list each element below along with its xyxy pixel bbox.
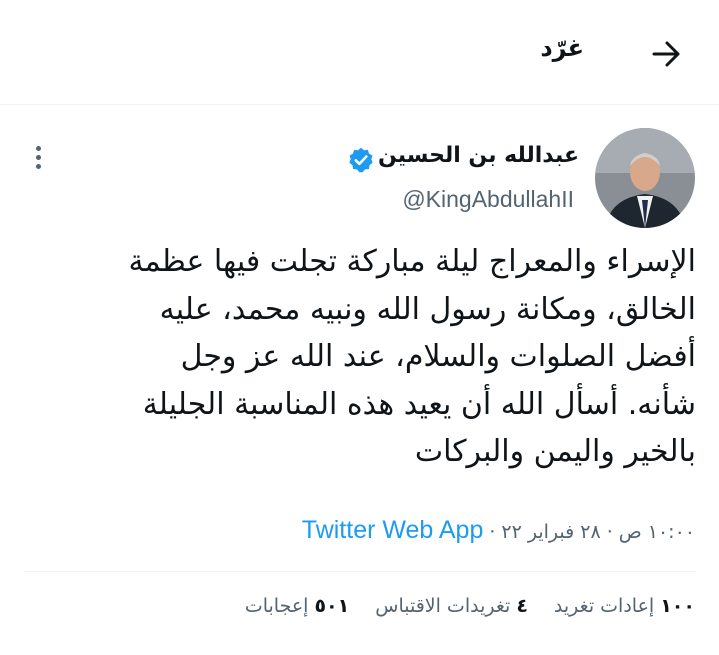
verified-badge-icon: [349, 147, 373, 173]
avatar[interactable]: [595, 128, 695, 228]
arrow-right-icon: [652, 41, 680, 67]
tweet-meta: ١٠:٠٠ ص · ٢٨ فبراير ٢٢ · Twitter Web App: [302, 516, 695, 545]
tweet-text-line: الإسراء والمعراج ليلة مباركة تجلت فيها ع…: [128, 244, 696, 279]
retweets-stat[interactable]: ١٠٠إعادات تغريد: [554, 595, 695, 617]
retweets-count: ١٠٠: [660, 595, 695, 617]
page-title: غرّد: [540, 34, 584, 62]
author-handle[interactable]: @KingAbdullahII: [402, 186, 574, 213]
tweet-date[interactable]: ٢٨ فبراير ٢٢: [501, 521, 600, 543]
source-app-link[interactable]: Twitter Web App: [302, 516, 484, 545]
likes-stat[interactable]: ٥٠١إعجابات: [245, 595, 349, 617]
tweet-stats: ١٠٠إعادات تغريد ٤تغريدات الاقتباس ٥٠١إعج…: [245, 595, 695, 617]
back-button[interactable]: [645, 32, 689, 76]
more-vertical-icon: [35, 146, 41, 151]
likes-count: ٥٠١: [314, 595, 350, 617]
more-options-button[interactable]: [26, 146, 50, 172]
meta-separator: ·: [489, 521, 496, 543]
quote-tweets-stat[interactable]: ٤تغريدات الاقتباس: [375, 595, 528, 617]
profile-photo: [595, 128, 695, 228]
tweet-text-line: الخالق، ومكانة رسول الله ونبيه محمد، علي…: [159, 291, 696, 327]
author-display-name[interactable]: عبدالله بن الحسين: [378, 143, 579, 168]
divider: [24, 571, 696, 572]
retweets-label: إعادات تغريد: [553, 595, 655, 617]
tweet-time[interactable]: ١٠:٠٠ ص: [619, 521, 695, 543]
tweet-text-line: بالخير واليمن والبركات: [414, 434, 696, 470]
quote-tweets-count: ٤: [516, 595, 528, 617]
quote-tweets-label: تغريدات الاقتباس: [375, 595, 511, 617]
tweet-text: الإسراء والمعراج ليلة مباركة تجلت فيها ع…: [28, 238, 696, 476]
tweet-text-line: أفضل الصلوات والسلام، عند الله عز وجل: [180, 339, 696, 375]
top-bar: غرّد: [0, 0, 719, 105]
likes-label: إعجابات: [244, 595, 309, 617]
meta-separator: ·: [606, 521, 613, 543]
tweet-text-line: شأنه. أسأل الله أن يعيد هذه المناسبة الج…: [142, 386, 696, 422]
